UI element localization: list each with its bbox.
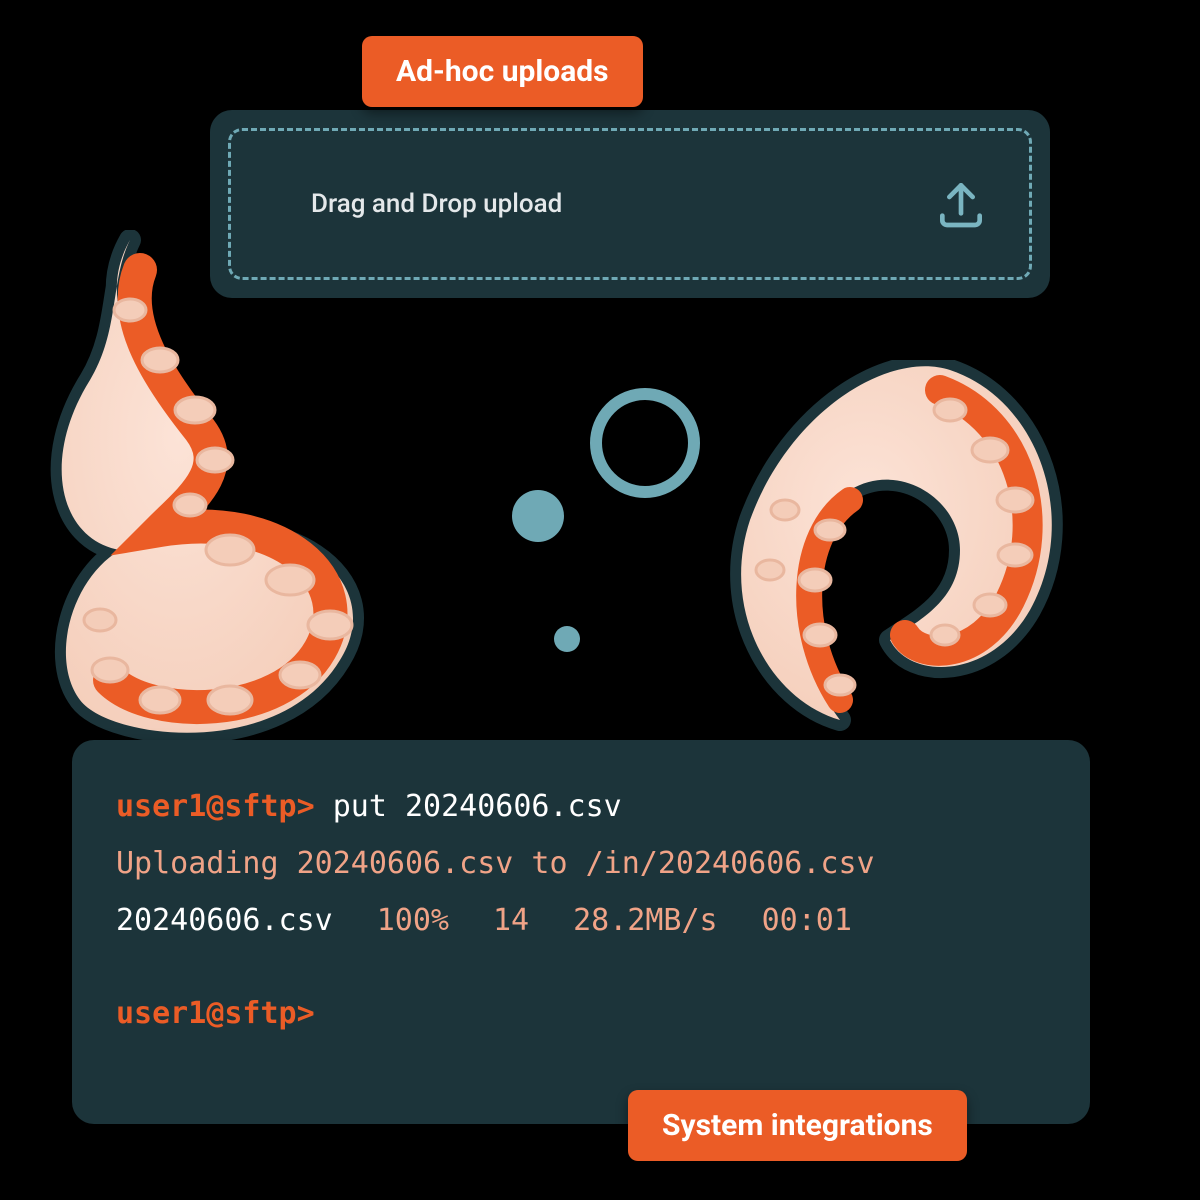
tentacle-right-illustration bbox=[690, 360, 1090, 780]
dropzone-panel[interactable]: Drag and Drop upload bbox=[210, 110, 1050, 298]
bubble-small bbox=[554, 626, 580, 652]
stat-file: 20240606.csv bbox=[116, 892, 333, 949]
stat-eta: 00:01 bbox=[762, 892, 852, 949]
tentacle-left-illustration bbox=[30, 230, 450, 770]
bubble-medium bbox=[512, 490, 564, 542]
terminal-command: put 20240606.csv bbox=[333, 789, 622, 824]
sftp-terminal: user1@sftp> put 20240606.csv Uploading 2… bbox=[72, 740, 1090, 1124]
terminal-uploading-message: Uploading 20240606.csv to /in/20240606.c… bbox=[116, 835, 1046, 892]
terminal-line-idle: user1@sftp> bbox=[116, 985, 1046, 1042]
terminal-prompt: user1@sftp> bbox=[116, 789, 315, 824]
stat-percent: 100% bbox=[377, 892, 449, 949]
stat-rate: 28.2MB/s bbox=[573, 892, 718, 949]
adhoc-uploads-chip[interactable]: Ad-hoc uploads bbox=[362, 36, 643, 107]
dropzone-label: Drag and Drop upload bbox=[311, 189, 562, 219]
terminal-prompt-idle: user1@sftp> bbox=[116, 996, 315, 1031]
system-integrations-chip[interactable]: System integrations bbox=[628, 1090, 967, 1161]
terminal-line-command: user1@sftp> put 20240606.csv bbox=[116, 778, 1046, 835]
system-integrations-label: System integrations bbox=[662, 1108, 933, 1143]
stat-bytes: 14 bbox=[493, 892, 529, 949]
dropzone-dashed-inner: Drag and Drop upload bbox=[228, 128, 1032, 280]
upload-icon bbox=[933, 176, 989, 232]
terminal-stats-row: 20240606.csv 100% 14 28.2MB/s 00:01 bbox=[116, 892, 1046, 949]
adhoc-uploads-label: Ad-hoc uploads bbox=[396, 54, 609, 89]
bubble-ring bbox=[590, 388, 700, 498]
